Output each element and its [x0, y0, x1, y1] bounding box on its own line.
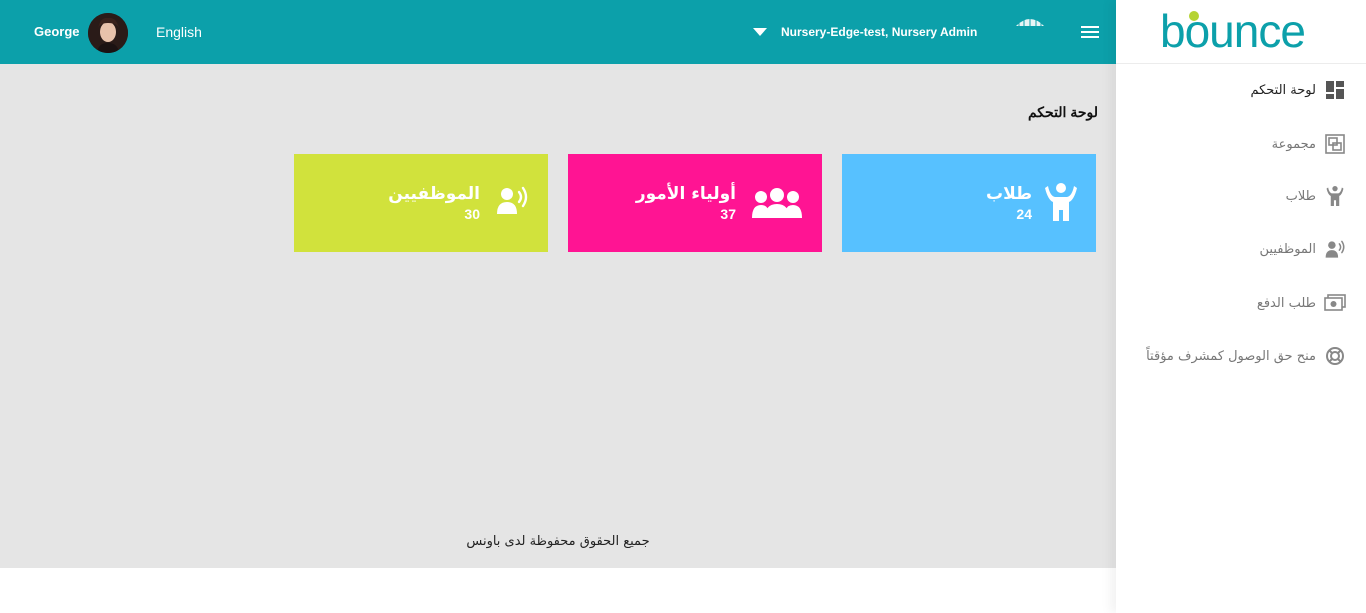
hamburger-menu-icon[interactable] [1080, 24, 1100, 40]
language-switch[interactable]: English [156, 24, 202, 40]
staff-speaker-icon [1324, 238, 1346, 260]
students-card[interactable]: طلاب 24 [842, 154, 1096, 252]
child-icon [1044, 182, 1078, 226]
sidebar-item-label: طلاب [1285, 188, 1316, 204]
user-name[interactable]: George [34, 24, 80, 39]
sidebar-item-label: منح حق الوصول كمشرف مؤقتاً [1146, 348, 1316, 364]
card-title: أولياء الأمور [635, 184, 736, 204]
dashboard-icon [1324, 79, 1346, 101]
sidebar-item-staff[interactable]: الموظفيين [1260, 237, 1346, 261]
lifebuoy-icon [1324, 345, 1346, 367]
sidebar-item-students[interactable]: طلاب [1286, 184, 1346, 208]
chevron-down-icon [753, 28, 767, 36]
brand-logo[interactable]: bounce [1116, 0, 1366, 64]
card-title: الموظفيين [388, 184, 480, 204]
parents-card[interactable]: أولياء الأمور 37 [568, 154, 822, 252]
group-icon [1324, 133, 1346, 155]
card-count: 24 [1016, 206, 1032, 222]
sidebar: bounce لوحة التحكم مجموعة طلاب الموظفيين… [1116, 0, 1366, 613]
org-role-label: Nursery-Edge-test, Nursery Admin [781, 25, 978, 39]
staff-card[interactable]: الموظفيين 30 [294, 154, 548, 252]
copyright-text: جميع الحقوق محفوظة لدى باونس [466, 534, 650, 549]
top-header: George English Nursery-Edge-test, Nurser… [0, 0, 1116, 64]
page-title: لوحة التحكم [1027, 104, 1098, 120]
payment-icon [1324, 292, 1346, 314]
sidebar-item-label: الموظفيين [1259, 241, 1316, 257]
staff-speaker-icon [496, 186, 528, 220]
card-count: 37 [720, 206, 736, 222]
sidebar-item-label: مجموعة [1271, 136, 1316, 152]
sidebar-item-temp-admin-access[interactable]: منح حق الوصول كمشرف مؤقتاً [1146, 344, 1346, 368]
copyright-footer: جميع الحقوق محفوظة لدى باونس [0, 534, 1116, 549]
brand-name: bounce [1160, 5, 1306, 57]
brand-dot-icon [1189, 11, 1199, 21]
main-content: لوحة التحكم طلاب 24 أولياء الأمور 37 الم… [0, 64, 1116, 568]
users-group-icon [751, 188, 803, 224]
user-avatar[interactable] [88, 13, 128, 53]
sidebar-item-label: طلب الدفع [1256, 295, 1316, 311]
card-title: طلاب [985, 184, 1032, 204]
org-role-dropdown[interactable]: Nursery-Edge-test, Nursery Admin [753, 22, 977, 42]
header-logo-icon [1013, 12, 1047, 26]
sidebar-item-dashboard[interactable]: لوحة التحكم [1250, 78, 1346, 102]
child-icon [1324, 185, 1346, 207]
sidebar-item-payment-request[interactable]: طلب الدفع [1257, 291, 1346, 315]
sidebar-item-group[interactable]: مجموعة [1272, 132, 1346, 156]
card-count: 30 [464, 206, 480, 222]
sidebar-item-label: لوحة التحكم [1250, 82, 1316, 98]
